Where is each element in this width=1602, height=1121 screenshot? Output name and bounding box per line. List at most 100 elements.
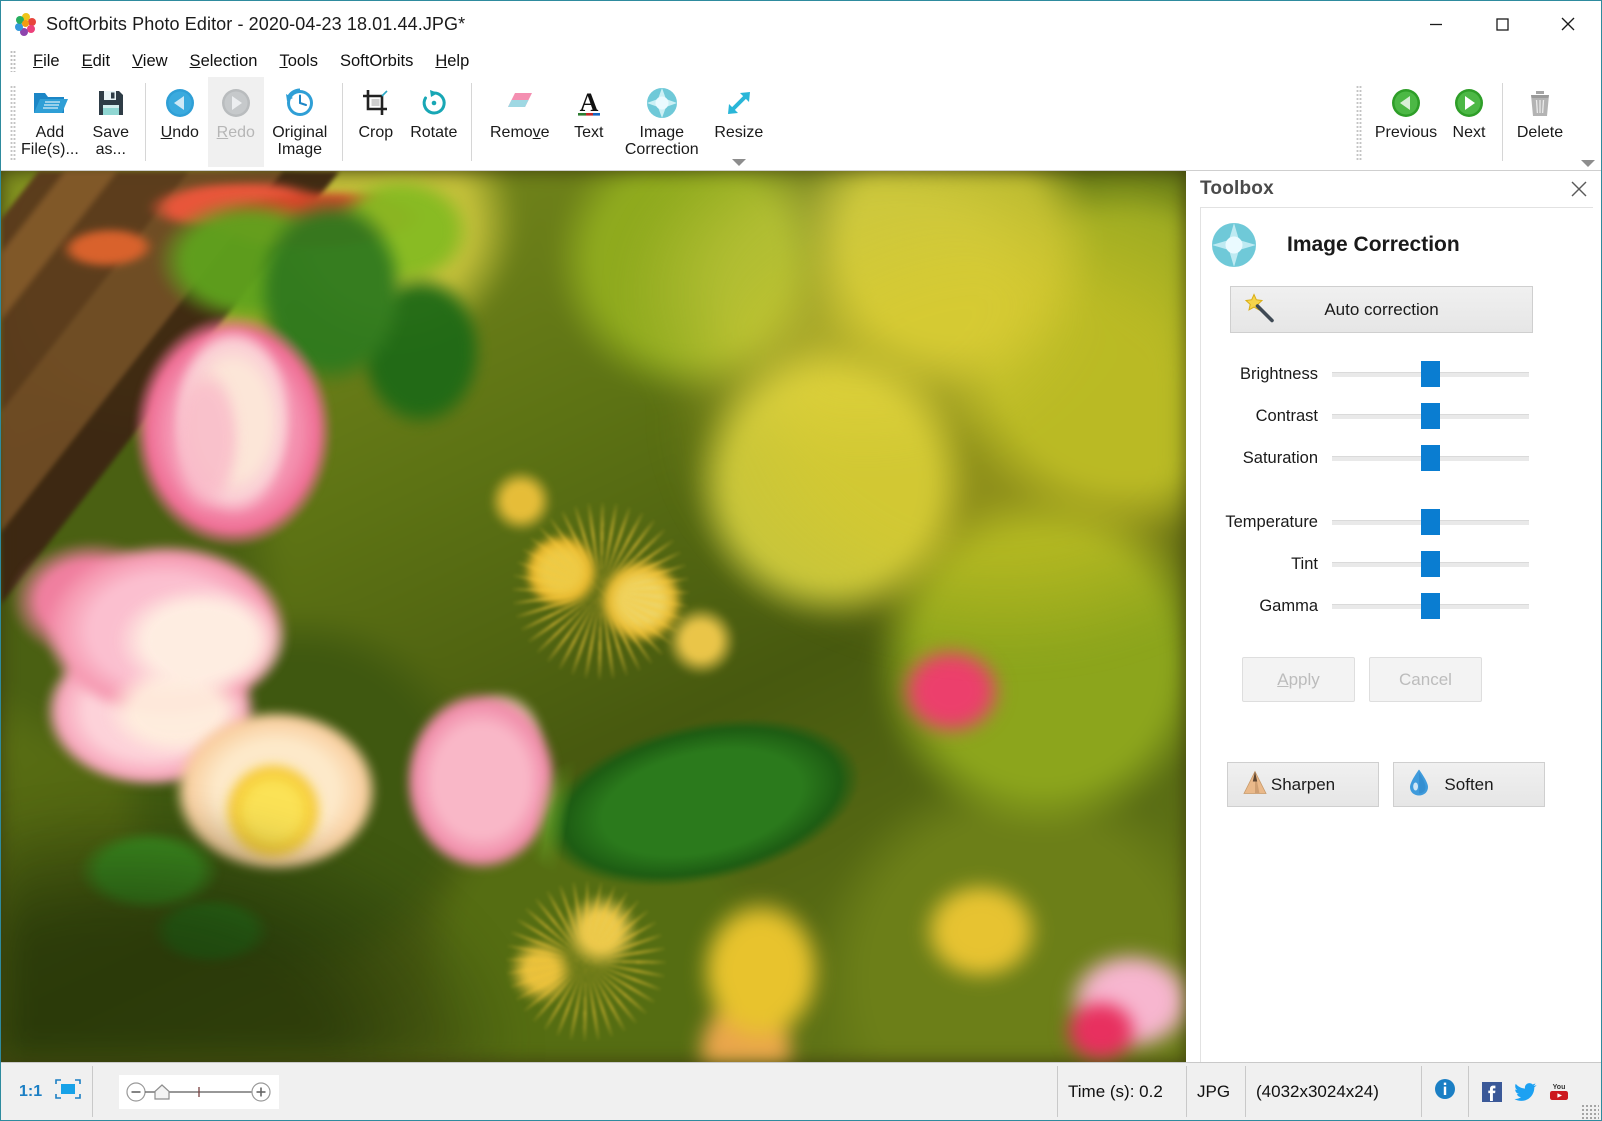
close-button[interactable]	[1535, 1, 1601, 47]
toolbar-label-next: Next	[1453, 125, 1486, 142]
sharpen-label: Sharpen	[1271, 775, 1335, 795]
menu-item-edit[interactable]: Edit	[71, 51, 121, 72]
slider-thumb[interactable]	[1421, 593, 1440, 619]
sharpen-button[interactable]: Sharpen	[1227, 762, 1379, 807]
twitter-icon[interactable]	[1514, 1081, 1536, 1103]
toolbar-label-rotate: Rotate	[410, 125, 457, 142]
slider-thumb[interactable]	[1421, 509, 1440, 535]
menu-item-file[interactable]: File	[22, 51, 71, 72]
image-correction-icon	[643, 83, 681, 123]
slider-label-contrast: Contrast	[1201, 407, 1332, 426]
green-right-arrow-icon	[1452, 83, 1486, 123]
menu-item-help[interactable]: Help	[424, 51, 480, 72]
slider-saturation[interactable]	[1332, 445, 1529, 471]
maximize-button[interactable]	[1469, 1, 1535, 47]
zoom-controls-group: 1:1	[1, 1063, 92, 1120]
menu-item-view[interactable]: View	[121, 51, 178, 72]
toolbar-button-image-correction[interactable]: Image Correction	[616, 77, 708, 167]
menu-item-tools[interactable]: Tools	[268, 51, 329, 72]
apply-button[interactable]: Apply	[1242, 657, 1355, 702]
slider-row-tint: Tint	[1201, 543, 1593, 585]
slider-thumb[interactable]	[1421, 551, 1440, 577]
info-button[interactable]	[1422, 1063, 1468, 1120]
main-toolbar: Add File(s)... Save as...	[1, 75, 1601, 171]
slider-contrast[interactable]	[1332, 403, 1529, 429]
status-bar: 1:1	[1, 1062, 1601, 1120]
toolbar-button-undo[interactable]: Undo	[152, 77, 208, 167]
crop-icon	[360, 83, 392, 123]
toolbar-button-add-files[interactable]: Add File(s)...	[17, 77, 83, 167]
zoom-slider[interactable]	[119, 1075, 279, 1109]
tool-title: Image Correction	[1287, 233, 1460, 257]
slider-row-brightness: Brightness	[1201, 353, 1593, 395]
resize-grip[interactable]	[1581, 1104, 1599, 1120]
open-folder-icon	[31, 83, 69, 123]
toolbar-button-crop[interactable]: Crop	[349, 77, 403, 167]
facebook-icon[interactable]	[1481, 1081, 1503, 1103]
toolbar-separator	[145, 83, 146, 161]
slider-label-tint: Tint	[1201, 555, 1332, 574]
toolbar-button-previous[interactable]: Previous	[1370, 77, 1442, 167]
slider-thumb[interactable]	[1421, 445, 1440, 471]
cancel-label: Cancel	[1399, 670, 1452, 690]
slider-thumb[interactable]	[1421, 361, 1440, 387]
toolbar-label-add-files: Add File(s)...	[21, 125, 79, 158]
slider-row-saturation: Saturation	[1201, 437, 1593, 479]
close-icon[interactable]	[1569, 179, 1589, 199]
toolbar-overflow-chevron-down-icon[interactable]	[1581, 160, 1595, 167]
toolbar-drag-grip[interactable]	[10, 85, 16, 161]
toolbar-label-resize: Resize	[714, 125, 763, 142]
fit-to-window-icon[interactable]	[54, 1078, 82, 1105]
magic-wand-icon	[1245, 292, 1275, 327]
undo-arrow-icon	[163, 83, 197, 123]
menu-drag-grip[interactable]	[10, 50, 16, 72]
toolbar-button-resize[interactable]: Resize	[708, 77, 770, 167]
toolbar-button-text[interactable]: A Text	[562, 77, 616, 167]
status-dimensions-label: (4032x3024x24)	[1256, 1082, 1379, 1102]
toolbar-label-crop: Crop	[358, 125, 393, 142]
menu-item-selection[interactable]: Selection	[179, 51, 269, 72]
toolbar-button-next[interactable]: Next	[1442, 77, 1496, 167]
slider-label-saturation: Saturation	[1201, 449, 1332, 468]
youtube-icon[interactable]: You	[1547, 1081, 1569, 1103]
menu-item-softorbits[interactable]: SoftOrbits	[329, 51, 424, 72]
svg-text:You: You	[1553, 1084, 1566, 1091]
toolbar-label-delete: Delete	[1517, 125, 1563, 142]
slider-tint[interactable]	[1332, 551, 1529, 577]
minimize-button[interactable]	[1403, 1, 1469, 47]
status-time-cell: Time (s): 0.2	[1058, 1063, 1186, 1120]
zoom-ratio-label[interactable]: 1:1	[19, 1083, 42, 1101]
toolbar-button-save-as[interactable]: Save as...	[83, 77, 139, 167]
soften-button[interactable]: Soften	[1393, 762, 1545, 807]
svg-text:A: A	[579, 88, 598, 117]
image-canvas[interactable]	[1, 171, 1186, 1062]
toolbar-button-delete[interactable]: Delete	[1509, 77, 1571, 167]
toolbar-button-redo[interactable]: Redo	[208, 77, 264, 167]
chevron-down-icon[interactable]	[732, 159, 746, 166]
slider-thumb[interactable]	[1421, 403, 1440, 429]
title-bar: SoftOrbits Photo Editor - 2020-04-23 18.…	[1, 1, 1601, 47]
slider-label-gamma: Gamma	[1201, 597, 1332, 616]
application-window: SoftOrbits Photo Editor - 2020-04-23 18.…	[0, 0, 1602, 1121]
soften-label: Soften	[1444, 775, 1493, 795]
rotate-icon	[418, 83, 450, 123]
toolbar-button-rotate[interactable]: Rotate	[403, 77, 465, 167]
toolbar-button-original-image[interactable]: Original Image	[264, 77, 336, 167]
slider-temperature[interactable]	[1332, 509, 1529, 535]
slider-brightness[interactable]	[1332, 361, 1529, 387]
toolbar-label-save-as: Save as...	[93, 125, 129, 158]
apply-label: Apply	[1277, 670, 1320, 690]
window-controls	[1403, 1, 1601, 47]
slider-gamma[interactable]	[1332, 593, 1529, 619]
slider-row-gamma: Gamma	[1201, 585, 1593, 627]
toolbar-nav-grip[interactable]	[1356, 85, 1362, 161]
toolbar-label-text: Text	[574, 125, 603, 142]
redo-arrow-icon	[219, 83, 253, 123]
slider-label-brightness: Brightness	[1201, 365, 1332, 384]
toolbar-separator	[471, 83, 472, 161]
resize-arrow-icon	[723, 83, 755, 123]
auto-correction-button[interactable]: Auto correction	[1230, 286, 1533, 333]
cancel-button[interactable]: Cancel	[1369, 657, 1482, 702]
adjustment-sliders: Brightness Contrast Saturation	[1201, 353, 1593, 627]
toolbar-button-remove[interactable]: Remove	[478, 77, 562, 167]
